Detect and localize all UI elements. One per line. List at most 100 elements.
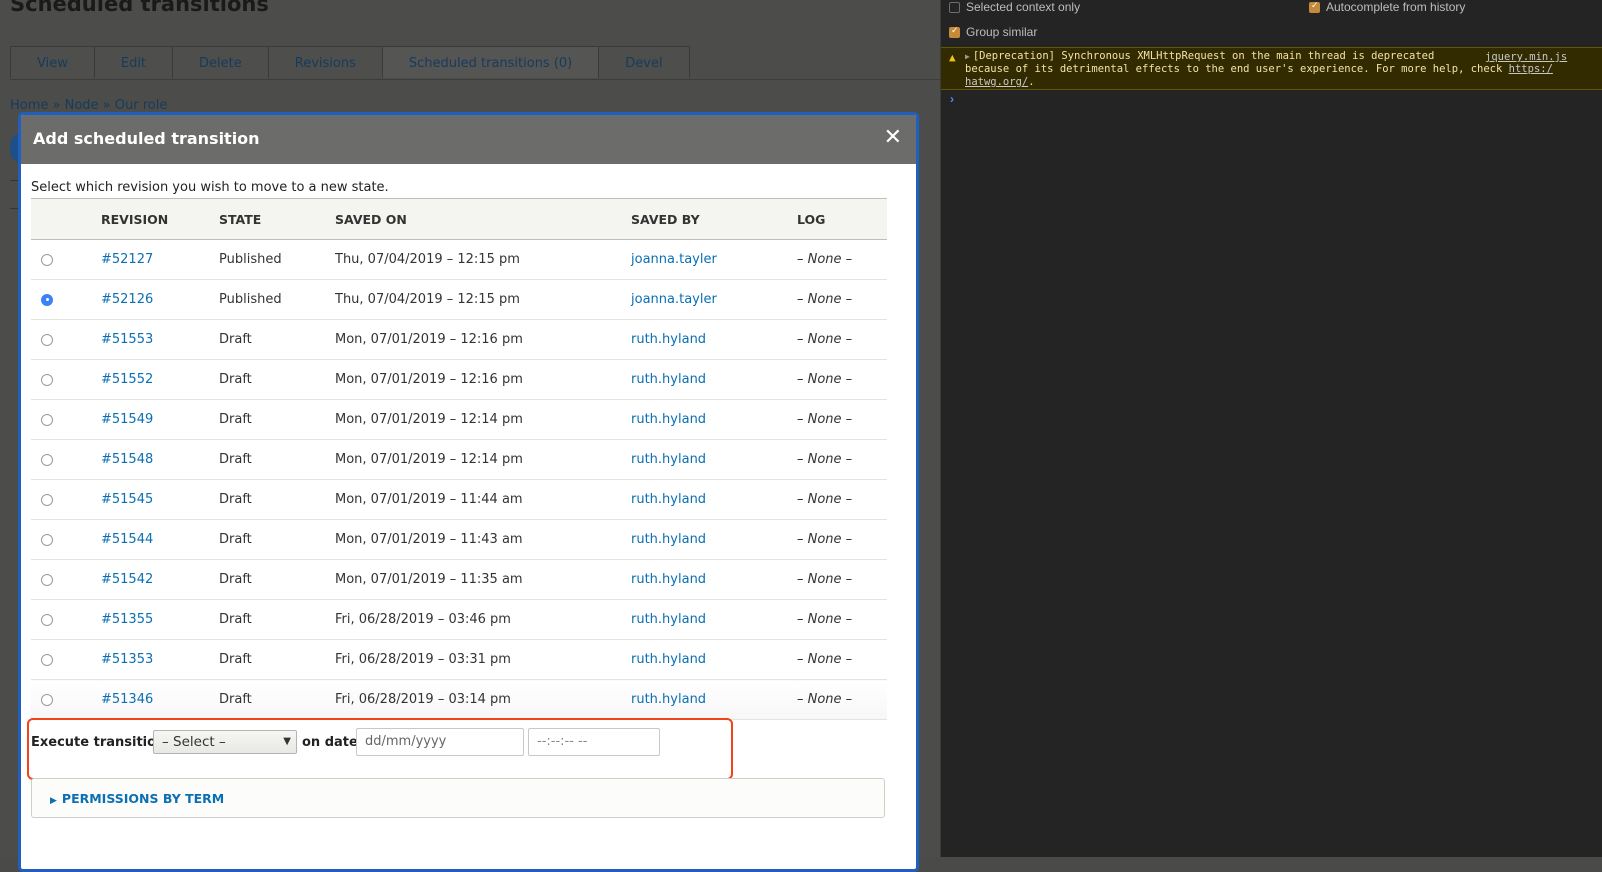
user-link[interactable]: ruth.hyland bbox=[631, 412, 706, 427]
revision-radio[interactable] bbox=[41, 373, 53, 386]
row-select-cell bbox=[31, 359, 101, 400]
tab-edit[interactable]: Edit bbox=[93, 46, 174, 78]
revision-cell: #51552 bbox=[101, 359, 219, 400]
warning-icon: ▲ bbox=[949, 51, 956, 64]
tab-scheduled-transitions-0[interactable]: Scheduled transitions (0) bbox=[381, 46, 600, 78]
saved-on-cell: Mon, 07/01/2019 – 11:44 am bbox=[335, 479, 631, 520]
transition-select[interactable]: – Select – ▼ bbox=[153, 730, 297, 754]
option-group-similar[interactable]: Group similar bbox=[949, 25, 1037, 39]
warning-help-link[interactable]: https:/ bbox=[1509, 63, 1553, 75]
saved-by-cell: ruth.hyland bbox=[631, 559, 797, 600]
user-link[interactable]: ruth.hyland bbox=[631, 532, 706, 547]
revision-link[interactable]: #51552 bbox=[101, 372, 153, 387]
permissions-by-term-toggle[interactable]: ▶ PERMISSIONS BY TERM bbox=[50, 791, 224, 806]
warning-line-2: because of its detrimental effects to th… bbox=[965, 63, 1553, 76]
transition-select-value: – Select – bbox=[162, 734, 226, 750]
tab-bar: View Edit Delete Revisions Scheduled transit… bbox=[10, 46, 960, 80]
revision-radio[interactable] bbox=[41, 693, 53, 706]
saved-on-cell: Fri, 06/28/2019 – 03:46 pm bbox=[335, 599, 631, 640]
revision-radio[interactable] bbox=[41, 533, 53, 546]
tab-view[interactable]: View bbox=[10, 46, 95, 78]
revision-link[interactable]: #52126 bbox=[101, 292, 153, 307]
warning-text: because of its detrimental effects to th… bbox=[965, 63, 1509, 75]
revision-link[interactable]: #51346 bbox=[101, 692, 153, 707]
dialog-body: Select which revision you wish to move t… bbox=[21, 164, 916, 780]
revision-radio[interactable] bbox=[41, 333, 53, 346]
checkbox-checked-icon[interactable] bbox=[949, 25, 960, 38]
warning-text: [Deprecation] Synchronous XMLHttpRequest… bbox=[972, 50, 1435, 62]
dropdown-arrow-icon: ▼ bbox=[283, 736, 291, 747]
console-prompt-icon[interactable]: › bbox=[950, 92, 954, 106]
revision-link[interactable]: #51545 bbox=[101, 492, 153, 507]
revision-radio[interactable] bbox=[41, 253, 53, 266]
user-link[interactable]: ruth.hyland bbox=[631, 372, 706, 387]
expand-triangle-icon[interactable]: ▶ bbox=[965, 52, 970, 61]
saved-by-cell: ruth.hyland bbox=[631, 479, 797, 520]
warning-help-link-continued[interactable]: hatwg.org/ bbox=[965, 76, 1028, 88]
devtools-console-panel: Selected context only Autocomplete from … bbox=[940, 0, 1602, 857]
saved-on-cell: Mon, 07/01/2019 – 12:14 pm bbox=[335, 439, 631, 480]
revision-radio[interactable] bbox=[41, 653, 53, 666]
breadcrumb[interactable]: Home » Node » Our role bbox=[10, 98, 167, 113]
permissions-by-term-details[interactable]: ▶ PERMISSIONS BY TERM bbox=[31, 778, 885, 818]
saved-by-cell: ruth.hyland bbox=[631, 319, 797, 360]
revision-radio[interactable] bbox=[41, 293, 53, 306]
saved-on-cell: Mon, 07/01/2019 – 12:16 pm bbox=[335, 359, 631, 400]
option-autocomplete-from-history[interactable]: Autocomplete from history bbox=[1309, 0, 1465, 14]
user-link[interactable]: ruth.hyland bbox=[631, 612, 706, 627]
column-header-saved-on: SAVED ON bbox=[335, 198, 631, 240]
log-cell: – None – bbox=[797, 279, 887, 320]
page-title: Scheduled transitions bbox=[10, 0, 269, 16]
user-link[interactable]: ruth.hyland bbox=[631, 332, 706, 347]
revision-link[interactable]: #51549 bbox=[101, 412, 153, 427]
saved-on-cell: Mon, 07/01/2019 – 11:35 am bbox=[335, 559, 631, 600]
state-cell: Draft bbox=[219, 559, 335, 600]
user-link[interactable]: joanna.tayler bbox=[631, 292, 717, 307]
row-select-cell bbox=[31, 479, 101, 520]
tab-devel[interactable]: Devel bbox=[598, 46, 690, 78]
user-link[interactable]: ruth.hyland bbox=[631, 692, 706, 707]
revision-link[interactable]: #51353 bbox=[101, 652, 153, 667]
close-icon[interactable]: ✕ bbox=[884, 125, 902, 151]
warning-source-link[interactable]: jquery.min.js bbox=[1485, 51, 1567, 63]
tab-revisions[interactable]: Revisions bbox=[267, 46, 383, 78]
row-select-cell bbox=[31, 599, 101, 640]
revision-radio[interactable] bbox=[41, 613, 53, 626]
revision-radio[interactable] bbox=[41, 413, 53, 426]
row-select-cell bbox=[31, 679, 101, 720]
revision-radio[interactable] bbox=[41, 453, 53, 466]
saved-on-cell: Fri, 06/28/2019 – 03:31 pm bbox=[335, 639, 631, 680]
user-link[interactable]: ruth.hyland bbox=[631, 452, 706, 467]
revision-cell: #51545 bbox=[101, 479, 219, 520]
revision-link[interactable]: #51355 bbox=[101, 612, 153, 627]
state-cell: Published bbox=[219, 239, 335, 280]
user-link[interactable]: ruth.hyland bbox=[631, 652, 706, 667]
tab-delete[interactable]: Delete bbox=[172, 46, 269, 78]
revision-link[interactable]: #51548 bbox=[101, 452, 153, 467]
row-select-cell bbox=[31, 319, 101, 360]
log-cell: – None – bbox=[797, 399, 887, 440]
user-link[interactable]: joanna.tayler bbox=[631, 252, 717, 267]
revision-link[interactable]: #51553 bbox=[101, 332, 153, 347]
revision-radio[interactable] bbox=[41, 493, 53, 506]
revision-link[interactable]: #51542 bbox=[101, 572, 153, 587]
revision-link[interactable]: #51544 bbox=[101, 532, 153, 547]
saved-by-cell: ruth.hyland bbox=[631, 639, 797, 680]
option-selected-context-only[interactable]: Selected context only bbox=[949, 0, 1080, 14]
user-link[interactable]: ruth.hyland bbox=[631, 492, 706, 507]
checkbox-checked-icon[interactable] bbox=[1309, 0, 1320, 13]
time-input[interactable]: --:--:-- -- bbox=[528, 728, 660, 756]
state-cell: Published bbox=[219, 279, 335, 320]
state-cell: Draft bbox=[219, 439, 335, 480]
revision-radio[interactable] bbox=[41, 573, 53, 586]
row-select-cell bbox=[31, 439, 101, 480]
revision-link[interactable]: #52127 bbox=[101, 252, 153, 267]
date-input[interactable]: dd/mm/yyyy bbox=[356, 728, 524, 756]
user-link[interactable]: ruth.hyland bbox=[631, 572, 706, 587]
log-cell: – None – bbox=[797, 639, 887, 680]
saved-by-cell: joanna.tayler bbox=[631, 279, 797, 320]
column-header-log: LOG bbox=[797, 198, 887, 240]
revision-cell: #51542 bbox=[101, 559, 219, 600]
checkbox-icon[interactable] bbox=[949, 1, 960, 13]
saved-on-cell: Mon, 07/01/2019 – 12:14 pm bbox=[335, 399, 631, 440]
